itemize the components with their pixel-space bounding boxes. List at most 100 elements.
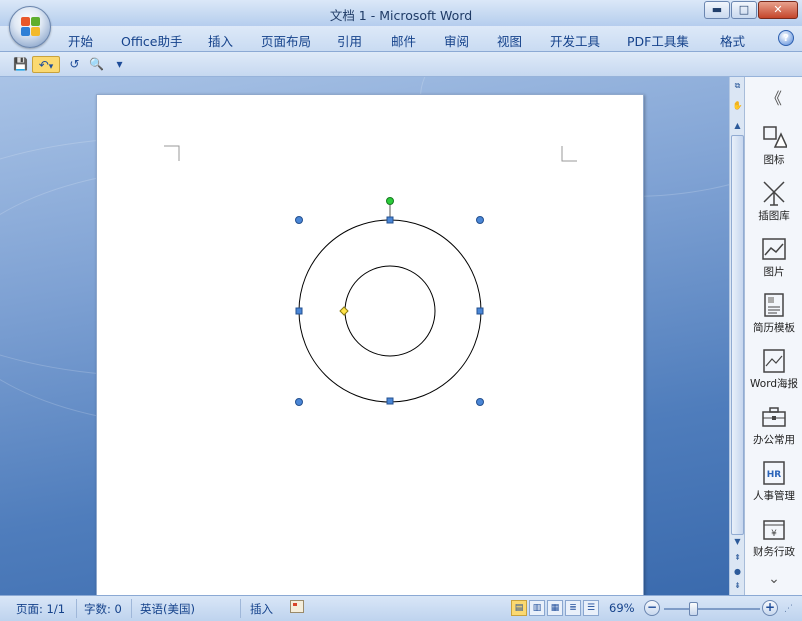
side-item-finance-admin[interactable]: ¥ 财务行政 (745, 516, 802, 559)
status-divider (240, 599, 241, 618)
customize-toolbar-icon[interactable]: ▾ (111, 56, 128, 73)
side-item-hr-management[interactable]: HR 人事管理 (745, 460, 802, 503)
title-bar: 文档 1 - Microsoft Word ▬ □ ✕ (0, 0, 802, 26)
tab-office-assistant[interactable]: Office助手 (121, 31, 183, 50)
svg-text:HR: HR (767, 470, 782, 480)
side-item-illustrations[interactable]: 插图库 (745, 180, 802, 223)
side-item-label: 简历模板 (753, 322, 795, 334)
side-item-icons[interactable]: 图标 (745, 124, 802, 167)
side-item-office-common[interactable]: 办公常用 (745, 404, 802, 447)
redo-icon[interactable]: ↺ (66, 56, 83, 73)
resume-icon (764, 293, 784, 317)
maximize-button[interactable]: □ (731, 1, 757, 19)
outline-view-icon[interactable]: ≣ (565, 600, 581, 616)
office-logo-icon (21, 17, 41, 37)
resize-handle-bottom[interactable] (386, 397, 394, 405)
hand-tool-icon[interactable]: ✋ (731, 99, 744, 112)
vertical-scrollbar[interactable]: ⧉ ✋ ▲ ▼ ⇞ ● ⇟ (729, 77, 744, 595)
rotate-handle[interactable] (386, 197, 394, 205)
tab-view[interactable]: 视图 (497, 31, 522, 50)
status-bar: 页面: 1/1 字数: 0 英语(美国) 插入 ▤ ▥ ▦ ≣ ☰ 69% − … (0, 595, 802, 621)
tab-references[interactable]: 引用 (337, 31, 362, 50)
tab-home[interactable]: 开始 (68, 31, 93, 50)
hr-icon: HR (763, 461, 785, 485)
print-layout-view-icon[interactable]: ▤ (511, 600, 527, 616)
zoom-level[interactable]: 69% (609, 601, 635, 615)
resize-handle-bottom-left[interactable] (295, 398, 303, 406)
macro-record-icon[interactable] (290, 600, 304, 613)
poster-icon (763, 349, 785, 373)
page-count[interactable]: 页面: 1/1 (16, 601, 65, 617)
status-divider (76, 599, 77, 618)
donut-shape[interactable] (298, 219, 482, 403)
tab-format[interactable]: 格式 (720, 31, 745, 50)
language-indicator[interactable]: 英语(美国) (140, 601, 195, 617)
donut-outer-ring[interactable] (298, 219, 482, 403)
ruler-toggle-icon[interactable]: ⧉ (731, 79, 744, 92)
resize-handle-top-left[interactable] (295, 216, 303, 224)
side-item-pictures[interactable]: 图片 (745, 236, 802, 279)
undo-button[interactable]: ↶▾ (32, 56, 60, 73)
side-panel: 《 图标 插图库 图片 简历模板 Word海报 办公常用 HR 人事管理 ¥ 财… (744, 77, 802, 595)
office-button[interactable] (9, 6, 51, 48)
ribbon-tabs: 开始 Office助手 插入 页面布局 引用 邮件 审阅 视图 开发工具 PDF… (0, 26, 802, 52)
document-workspace (0, 77, 744, 595)
resize-handle-left[interactable] (295, 307, 303, 315)
insert-mode-indicator[interactable]: 插入 (250, 601, 273, 617)
print-preview-icon[interactable]: 🔍 (88, 56, 105, 73)
zoom-out-button[interactable]: − (644, 600, 660, 616)
resize-handle-top-right[interactable] (476, 216, 484, 224)
close-button[interactable]: ✕ (758, 1, 798, 19)
adjust-handle[interactable] (339, 306, 349, 316)
document-page[interactable] (96, 94, 644, 595)
tab-insert[interactable]: 插入 (208, 31, 233, 50)
donut-inner-ring[interactable] (344, 265, 436, 357)
browse-object-icon[interactable]: ● (731, 565, 744, 578)
draft-view-icon[interactable]: ☰ (583, 600, 599, 616)
full-screen-reading-view-icon[interactable]: ▥ (529, 600, 545, 616)
zoom-slider-knob[interactable] (689, 602, 698, 616)
side-item-label: 图标 (763, 154, 785, 166)
collapse-panel-icon[interactable]: 《 (745, 85, 802, 109)
tab-pdf-tools[interactable]: PDF工具集 (627, 31, 689, 50)
picture-icon (762, 238, 786, 260)
window-title: 文档 1 - Microsoft Word (329, 8, 473, 23)
svg-text:¥: ¥ (771, 529, 777, 539)
save-icon[interactable]: 💾 (12, 56, 29, 73)
resize-handle-bottom-right[interactable] (476, 398, 484, 406)
undo-icon: ↶ (38, 58, 49, 72)
window-controls: ▬ □ ✕ (704, 1, 798, 19)
scroll-down-icon[interactable]: ▼ (731, 535, 744, 548)
shapes-icon (763, 126, 787, 148)
zoom-slider-track[interactable] (664, 608, 760, 610)
side-item-label: 办公常用 (753, 434, 795, 446)
status-divider (131, 599, 132, 618)
zoom-in-button[interactable]: + (762, 600, 778, 616)
next-page-icon[interactable]: ⇟ (731, 579, 744, 592)
tab-mailings[interactable]: 邮件 (391, 31, 416, 50)
tab-page-layout[interactable]: 页面布局 (261, 31, 311, 50)
prev-page-icon[interactable]: ⇞ (731, 551, 744, 564)
tab-review[interactable]: 审阅 (444, 31, 469, 50)
more-items-icon[interactable]: ⌄ (745, 571, 802, 587)
undo-dropdown-icon[interactable]: ▾ (49, 62, 54, 72)
windmill-icon (763, 181, 785, 206)
resize-grip-icon[interactable]: ⋰ (784, 604, 793, 614)
scroll-up-icon[interactable]: ▲ (731, 119, 744, 132)
finance-icon: ¥ (763, 520, 785, 540)
margin-mark-top-right (561, 146, 577, 162)
side-item-word-posters[interactable]: Word海报 (745, 348, 802, 391)
web-layout-view-icon[interactable]: ▦ (547, 600, 563, 616)
side-item-resume-templates[interactable]: 简历模板 (745, 292, 802, 335)
word-count[interactable]: 字数: 0 (84, 601, 122, 617)
side-item-label: 财务行政 (753, 546, 795, 558)
scroll-thumb[interactable] (731, 135, 744, 535)
side-item-label: 人事管理 (753, 490, 795, 502)
help-icon[interactable]: ? (778, 30, 794, 46)
minimize-button[interactable]: ▬ (704, 1, 730, 19)
side-item-label: 图片 (763, 266, 785, 278)
resize-handle-top[interactable] (386, 216, 394, 224)
page-canvas (164, 145, 577, 406)
tab-developer[interactable]: 开发工具 (550, 31, 600, 50)
resize-handle-right[interactable] (476, 307, 484, 315)
